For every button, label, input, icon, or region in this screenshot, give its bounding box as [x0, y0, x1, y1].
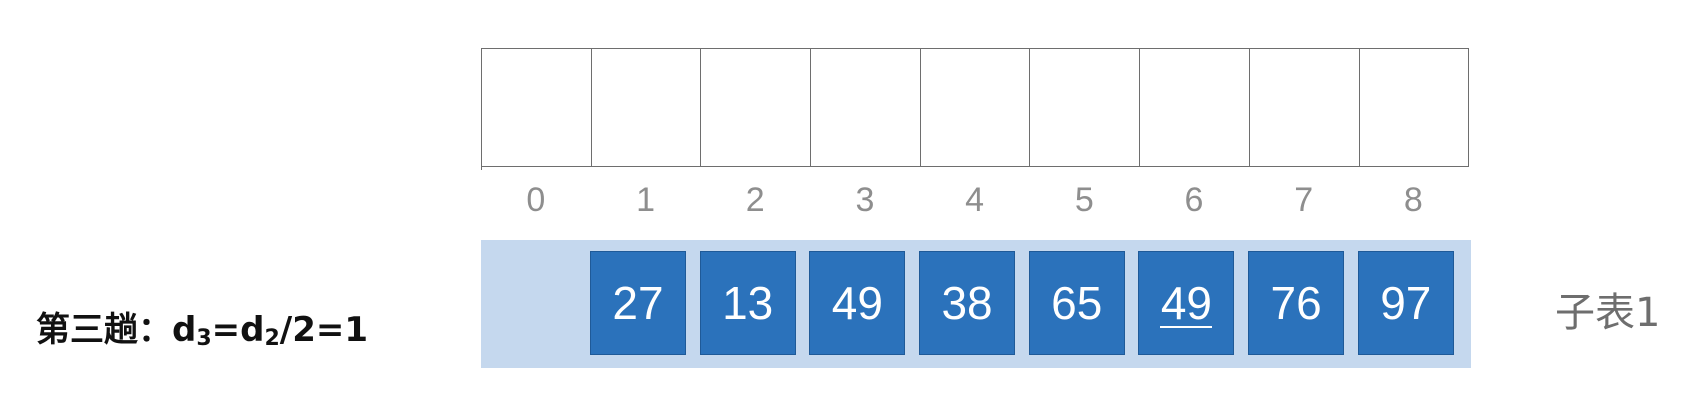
array-cell-5: [1030, 48, 1141, 167]
pass-sub2: 2: [264, 326, 280, 351]
pass-sub1: 3: [196, 326, 212, 351]
index-label-8: 8: [1403, 181, 1423, 219]
index-label-1: 1: [636, 181, 655, 219]
array-cell-7: [1249, 48, 1360, 167]
index-label-2: 2: [745, 181, 765, 219]
index-label-6: 6: [1184, 181, 1204, 219]
array-cell-6: [1140, 48, 1250, 167]
index-label-3: 3: [855, 181, 875, 219]
item-value: 65: [1051, 277, 1103, 329]
duplicate-underline: [1160, 326, 1213, 328]
pass-prefix: 第三趟：d: [36, 310, 197, 350]
sublist-items: 27 13 49 38 65 49 76 97: [590, 251, 1468, 355]
sublist-item-5: 65: [1028, 251, 1125, 355]
array-cell-2: [701, 48, 812, 167]
array-slots: [481, 48, 1470, 170]
sublist-name: 子表1: [1555, 290, 1661, 336]
sublist-item-4: 38: [919, 251, 1016, 355]
item-value: 76: [1270, 277, 1322, 329]
item-value: 49: [831, 277, 883, 329]
sublist-item-3: 49: [809, 251, 906, 355]
array-cell-0: [482, 48, 592, 167]
index-label-5: 5: [1074, 181, 1094, 219]
item-value: 13: [722, 277, 774, 329]
item-value: 38: [941, 277, 993, 329]
item-value: 49: [1160, 277, 1213, 329]
pass-mid: =d: [211, 310, 265, 350]
array-cell-3: [811, 48, 921, 167]
index-label-7: 7: [1294, 181, 1314, 219]
array-cell-4: [920, 48, 1031, 167]
sublist-item-8: 97: [1357, 251, 1454, 355]
sublist-item-7: 76: [1248, 251, 1345, 355]
pass-suffix: /2=1: [279, 310, 369, 350]
index-label-0: 0: [526, 181, 546, 219]
sublist-item-2: 13: [699, 251, 796, 355]
sublist-item-6: 49: [1138, 251, 1235, 355]
item-value: 27: [612, 277, 664, 329]
pass-label: 第三趟：d 3 =d 2/2=1: [36, 302, 368, 351]
array-cell-1: [591, 48, 702, 167]
item-value: 97: [1380, 277, 1432, 329]
sublist-item-1: 27: [590, 251, 686, 355]
index-label-4: 4: [965, 181, 985, 219]
index-labels: 0 1 2 3 4 5 6 7 8: [481, 176, 1468, 224]
array-cell-8: [1359, 48, 1470, 167]
